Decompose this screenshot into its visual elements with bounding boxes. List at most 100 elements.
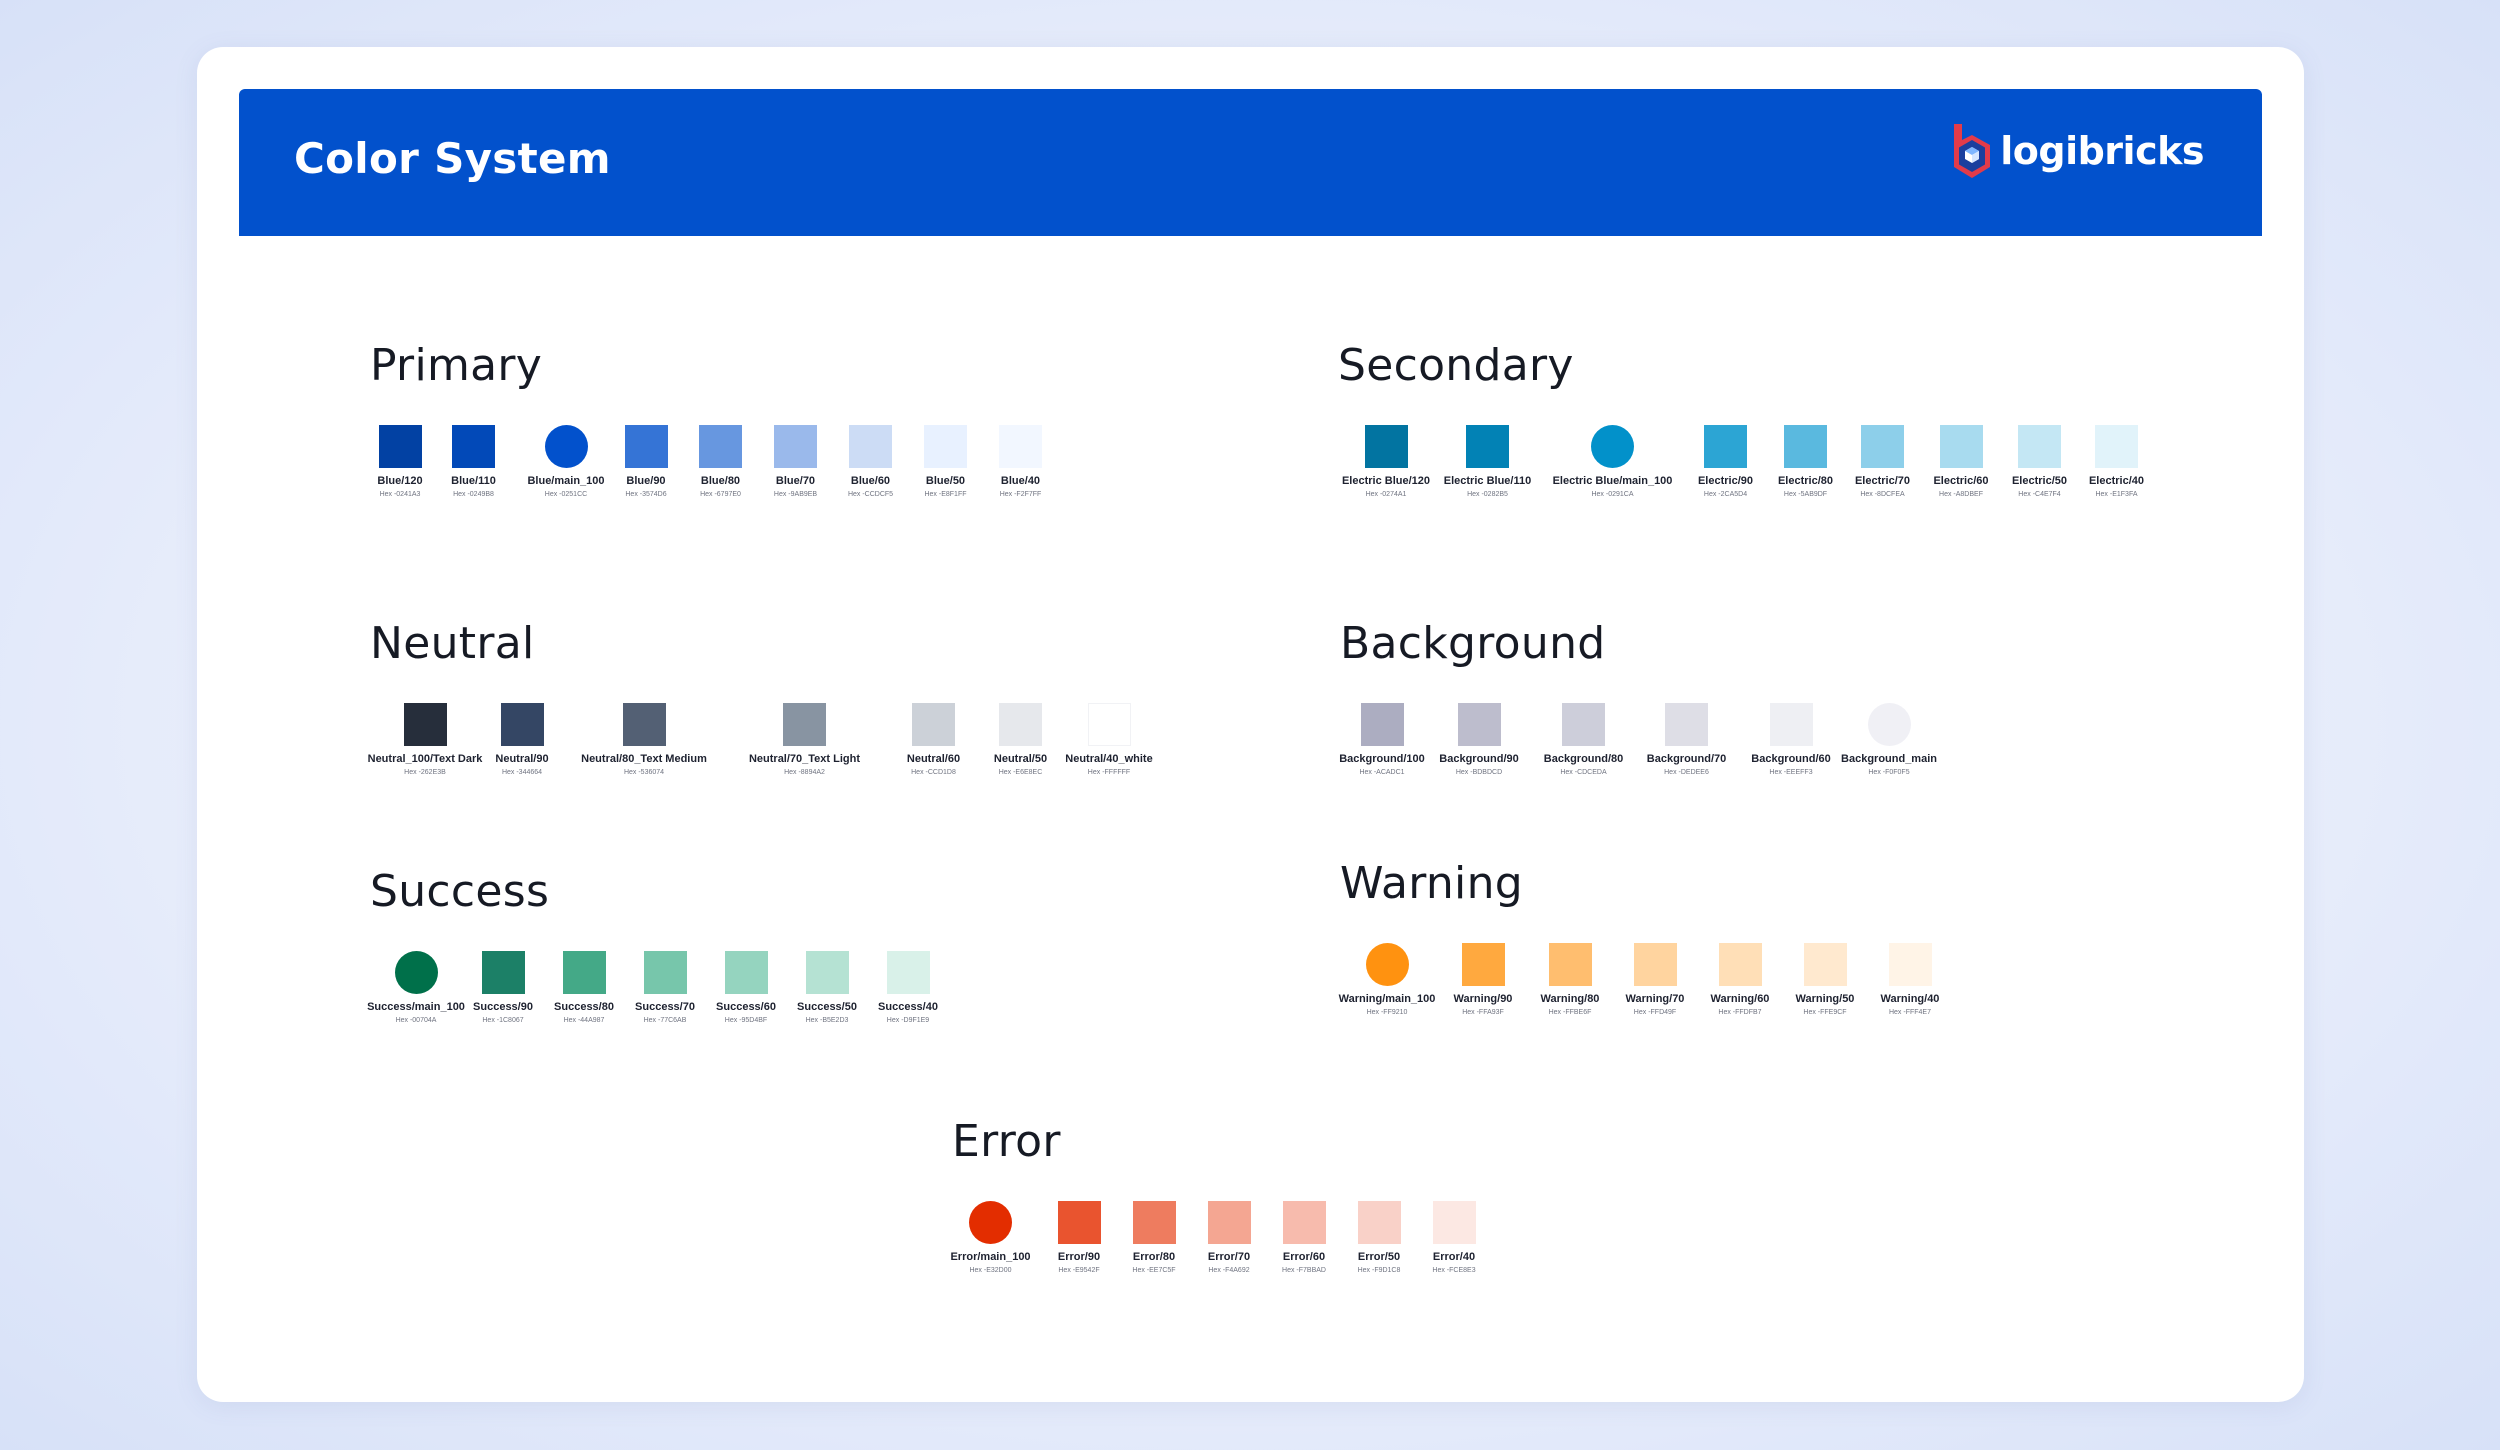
swatch-hex: Hex -FF9210: [1366, 1009, 1408, 1016]
swatch-hex: Hex -0291CA: [1591, 491, 1634, 498]
swatch-hex: Hex -CCD1D8: [911, 769, 956, 776]
swatch-name: Blue/main_100: [527, 475, 605, 487]
color-swatch: Electric/60 Hex -A8DBEF: [1921, 425, 2001, 498]
swatch-hex: Hex -EEEFF3: [1769, 769, 1813, 776]
swatch-name: Blue/120: [377, 475, 423, 487]
swatch-name: Neutral/40_white: [1065, 753, 1153, 765]
swatch-name: Electric/40: [2088, 475, 2145, 487]
swatch-hex: Hex -F4A692: [1208, 1267, 1250, 1274]
swatch-name: Electric/90: [1697, 475, 1754, 487]
color-swatch: Electric Blue/main_100 Hex -0291CA: [1541, 425, 1684, 498]
swatch-name: Warning/50: [1795, 993, 1855, 1005]
swatch-hex: Hex -1C8067: [482, 1017, 524, 1024]
header-banner: Color System logibricks: [239, 89, 2262, 236]
swatch-hex: Hex -FFA93F: [1462, 1009, 1504, 1016]
swatch-name: Error/80: [1132, 1251, 1176, 1263]
color-square: [1704, 425, 1747, 468]
color-square: [849, 425, 892, 468]
swatch-hex: Hex -F2F7FF: [999, 491, 1042, 498]
swatch-hex: Hex -B5E2D3: [805, 1017, 849, 1024]
color-square: [562, 951, 606, 994]
section-title: Success: [370, 866, 550, 917]
swatch-hex: Hex -FFE9CF: [1803, 1009, 1847, 1016]
swatch-name: Neutral/50: [993, 753, 1048, 765]
color-swatch: Success/60 Hex -95D4BF: [706, 951, 786, 1024]
color-square: [1457, 703, 1501, 746]
swatch-hex: Hex -95D4BF: [724, 1017, 768, 1024]
color-circle: [394, 951, 438, 994]
section-title: Error: [952, 1116, 1061, 1167]
swatch-row: Success/main_100 Hex -00704A Success/90 Hex…: [367, 951, 948, 1024]
swatch-name: Electric/60: [1933, 475, 1989, 487]
color-swatch: Blue/80 Hex -6797E0: [677, 425, 764, 498]
color-circle: [1591, 425, 1634, 468]
color-swatch: Success/main_100 Hex -00704A: [367, 951, 465, 1024]
swatch-row: Warning/main_100 Hex -FF9210 Warning/90 Hex…: [1339, 943, 1948, 1016]
color-swatch: Success/80 Hex -44A987: [544, 951, 624, 1024]
color-swatch: Error/60 Hex -F7BBAD: [1279, 1201, 1329, 1274]
color-square: [1665, 703, 1708, 746]
swatch-name: Success/main_100: [367, 1001, 465, 1013]
swatch-name: Background/70: [1646, 753, 1727, 765]
color-swatch: Warning/50 Hex -FFE9CF: [1778, 943, 1872, 1016]
swatch-row: Blue/120 Hex -0241A3 Blue/110 Hex -0249B8 Bl…: [370, 425, 1064, 498]
color-square: [999, 425, 1042, 468]
swatch-name: Error/40: [1432, 1251, 1476, 1263]
swatch-name: Blue/50: [925, 475, 966, 487]
color-square: [699, 425, 742, 468]
swatch-name: Warning/60: [1710, 993, 1770, 1005]
swatch-name: Blue/70: [775, 475, 816, 487]
color-circle: [969, 1201, 1012, 1244]
color-circle: [544, 425, 588, 468]
swatch-name: Electric/80: [1777, 475, 1834, 487]
swatch-hex: Hex -EE7C5F: [1132, 1267, 1176, 1274]
color-square: [1548, 943, 1592, 986]
swatch-hex: Hex -F9D1C8: [1357, 1267, 1401, 1274]
color-swatch: Electric/90 Hex -2CA5D4: [1684, 425, 1767, 498]
color-swatch: Electric/50 Hex -C4E7F4: [2001, 425, 2078, 498]
section-primary: Primary Blue/120 Hex -0241A3 Blue/110 Hex -…: [370, 340, 1042, 498]
color-swatch: Background/100 Hex -ACADC1: [1339, 703, 1425, 776]
color-swatch: Background/60 Hex -EEEFF3: [1740, 703, 1842, 776]
swatch-hex: Hex -FFBE6F: [1548, 1009, 1592, 1016]
color-swatch: Success/70 Hex -77C6AB: [624, 951, 706, 1024]
swatch-row: Background/100 Hex -ACADC1 Background/90 He…: [1339, 703, 1937, 776]
color-swatch: Success/40 Hex -D9F1E9: [868, 951, 948, 1024]
color-circle: [1867, 703, 1911, 746]
color-swatch: Warning/80 Hex -FFBE6F: [1532, 943, 1608, 1016]
swatch-name: Electric Blue/110: [1443, 475, 1532, 487]
swatch-name: Electric/50: [2011, 475, 2068, 487]
color-square: [1784, 425, 1827, 468]
section-title: Background: [1340, 618, 1606, 669]
color-swatch: Neutral/50 Hex -E6E8EC: [982, 703, 1059, 776]
swatch-name: Success/70: [635, 1001, 695, 1013]
color-swatch: Warning/40 Hex -FFF4E7: [1872, 943, 1948, 1016]
color-square: [724, 951, 768, 994]
color-square: [1057, 1201, 1101, 1244]
swatch-name: Neutral/60: [906, 753, 961, 765]
color-square: [500, 703, 544, 746]
swatch-hex: Hex -FFFFFF: [1087, 769, 1131, 776]
swatch-hex: Hex -8894A2: [784, 769, 825, 776]
color-swatch: Blue/120 Hex -0241A3: [370, 425, 430, 498]
swatch-name: Error/50: [1357, 1251, 1401, 1263]
swatch-hex: Hex -CDCEDA: [1560, 769, 1607, 776]
swatch-hex: Hex -ACADC1: [1359, 769, 1405, 776]
color-square: [1769, 703, 1813, 746]
color-swatch: Error/40 Hex -FCE8E3: [1429, 1201, 1479, 1274]
color-swatch: Electric Blue/110 Hex -0282B5: [1434, 425, 1541, 498]
color-swatch: Error/80 Hex -EE7C5F: [1129, 1201, 1179, 1274]
color-square: [912, 703, 955, 746]
color-swatch: Electric/70 Hex -8DCFEA: [1844, 425, 1921, 498]
brand-name: logibricks: [2000, 129, 2204, 173]
swatch-name: Blue/60: [850, 475, 891, 487]
swatch-hex: Hex -0241A3: [379, 491, 421, 498]
color-swatch: Success/90 Hex -1C8067: [462, 951, 544, 1024]
color-square: [452, 425, 495, 468]
swatch-hex: Hex -FCE8E3: [1432, 1267, 1476, 1274]
swatch-name: Background/90: [1439, 753, 1519, 765]
swatch-hex: Hex -0274A1: [1365, 491, 1407, 498]
swatch-hex: Hex -262E3B: [404, 769, 446, 776]
color-square: [1282, 1201, 1326, 1244]
swatch-hex: Hex -3574D6: [625, 491, 667, 498]
